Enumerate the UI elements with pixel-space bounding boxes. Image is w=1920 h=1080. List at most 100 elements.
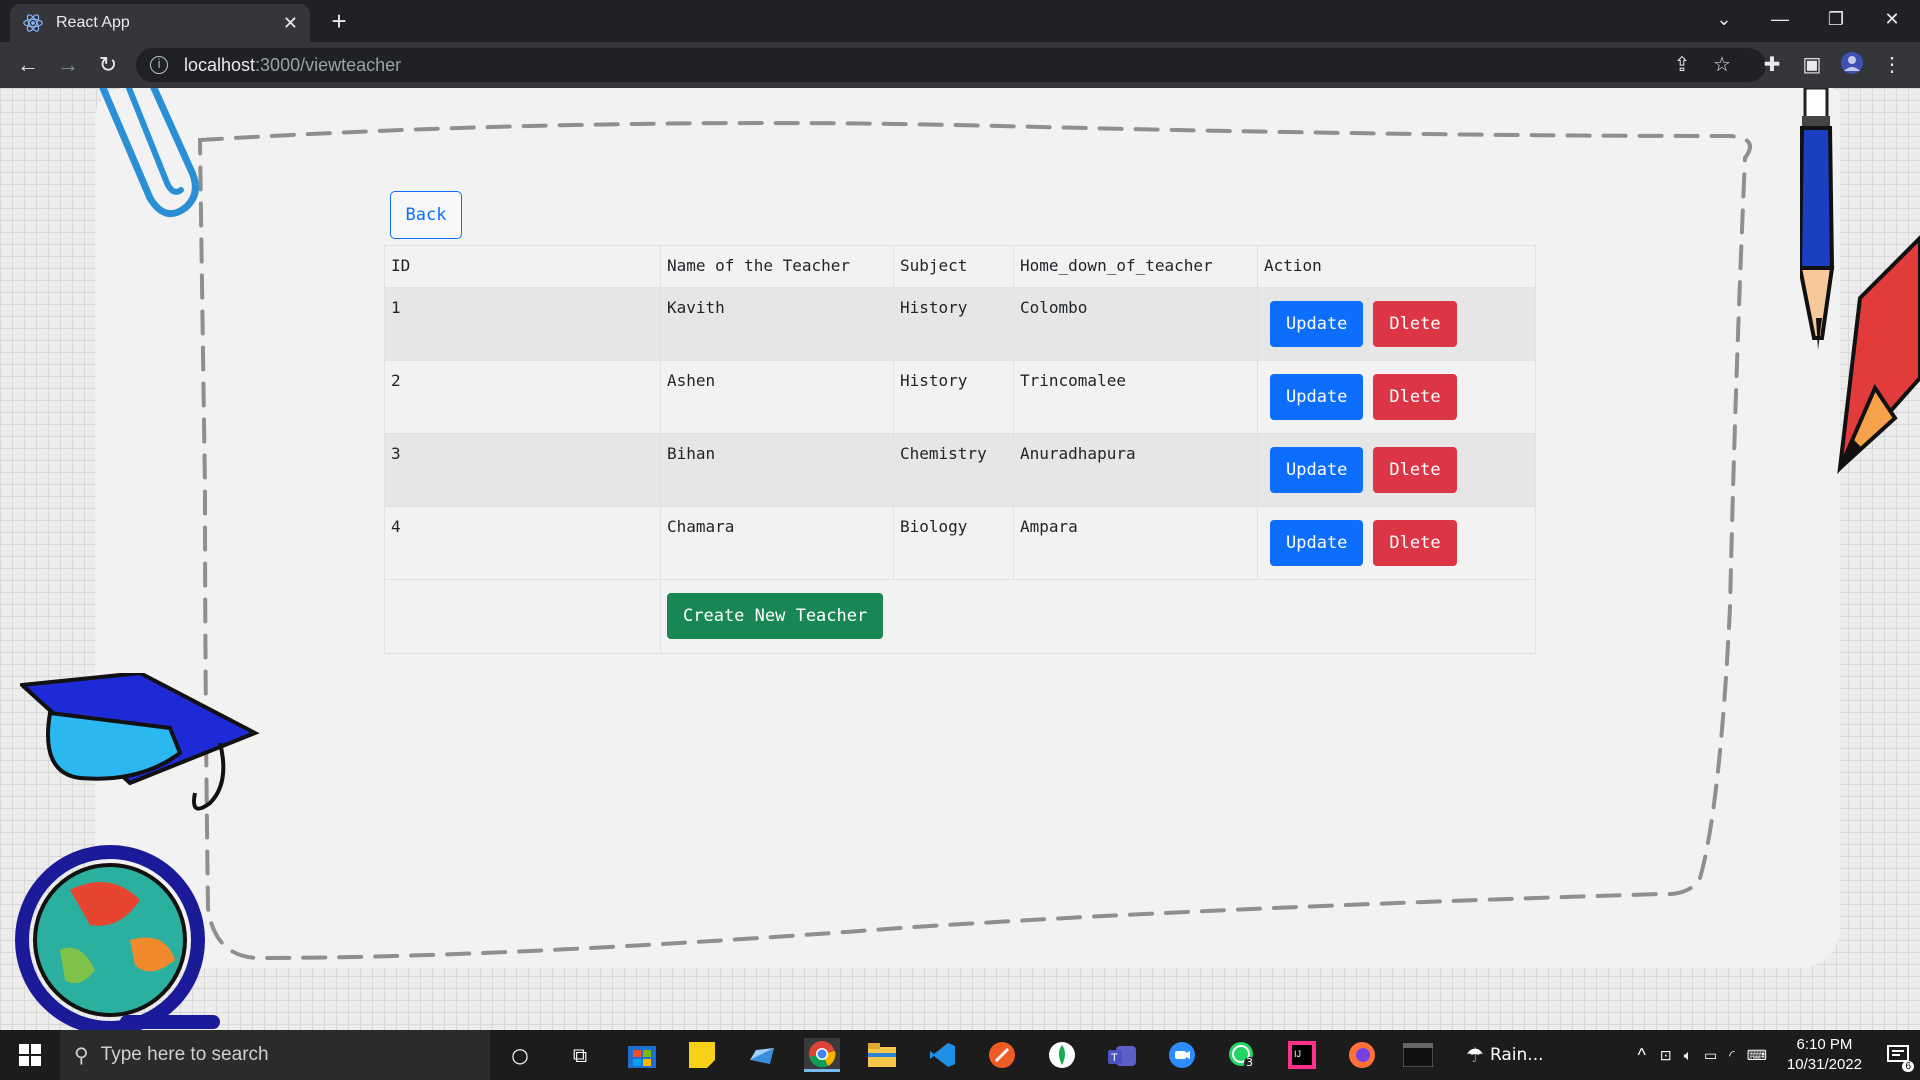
battery-icon[interactable]: ▭: [1704, 1047, 1717, 1064]
taskbar-search-placeholder: Type here to search: [100, 1044, 269, 1065]
microsoft-store-icon[interactable]: [624, 1038, 660, 1072]
browser-tab[interactable]: React App ✕: [10, 4, 310, 42]
cell-action: Update Dlete: [1257, 506, 1536, 580]
header-home: Home_down_of_teacher: [1013, 245, 1258, 288]
terminal-icon[interactable]: [1400, 1038, 1436, 1072]
sticky-notes-icon[interactable]: [684, 1038, 720, 1072]
new-tab-icon[interactable]: +: [324, 6, 354, 36]
search-icon: ⚲: [74, 1043, 89, 1067]
svg-text:T: T: [1111, 1052, 1118, 1064]
clock-time: 6:10 PM: [1796, 1036, 1853, 1053]
teachers-table: ID Name of the Teacher Subject Home_down…: [384, 245, 1536, 654]
update-button[interactable]: Update: [1270, 301, 1364, 347]
delete-button[interactable]: Dlete: [1373, 520, 1457, 566]
teams-icon[interactable]: T: [1104, 1038, 1140, 1072]
file-explorer-icon[interactable]: [864, 1038, 900, 1072]
graduation-cap-icon: [20, 673, 260, 811]
cell-home: Trincomalee: [1013, 360, 1258, 434]
cortana-icon[interactable]: ○: [502, 1038, 538, 1072]
delete-button[interactable]: Dlete: [1373, 447, 1457, 493]
cell-id: 4: [384, 506, 661, 580]
system-tray: ^ ⊡ 🔈︎ ▭ ◜ ⌨ 6:10 PM 10/31/2022 6: [1629, 1030, 1920, 1080]
umbrella-icon: ☂: [1466, 1043, 1484, 1067]
create-row-spacer: [384, 579, 661, 654]
delete-button[interactable]: Dlete: [1373, 301, 1457, 347]
cell-subject: Biology: [893, 506, 1014, 580]
svg-text:IJ: IJ: [1294, 1049, 1301, 1059]
browser-tab-bar: React App ✕ + ⌄ — ❐ ✕: [0, 0, 1920, 42]
clock[interactable]: 6:10 PM 10/31/2022: [1787, 1035, 1862, 1075]
vscode-icon[interactable]: [924, 1038, 960, 1072]
cell-name: Chamara: [660, 506, 894, 580]
side-panel-icon[interactable]: ▣: [1798, 51, 1826, 79]
site-info-icon[interactable]: i: [150, 56, 168, 74]
url-host: localhost: [184, 54, 256, 75]
tab-title: React App: [56, 14, 130, 31]
volume-icon[interactable]: 🔈︎: [1684, 1047, 1692, 1064]
weather-widget[interactable]: ☂ Rain...: [1466, 1038, 1576, 1072]
taskbar-search-box[interactable]: ⚲ Type here to search: [60, 1030, 490, 1080]
react-logo-icon: [23, 14, 43, 32]
notifications-badge: 6: [1902, 1061, 1914, 1072]
cell-id: 1: [384, 287, 661, 361]
paperclip-icon: [99, 88, 199, 218]
header-subject: Subject: [893, 245, 1014, 288]
meet-now-icon[interactable]: ⊡: [1660, 1047, 1672, 1064]
wifi-icon[interactable]: ◜: [1729, 1047, 1734, 1064]
update-button[interactable]: Update: [1270, 520, 1364, 566]
restore-icon[interactable]: ❐: [1808, 9, 1864, 30]
intellij-icon[interactable]: IJ: [1284, 1038, 1320, 1072]
cell-name: Kavith: [660, 287, 894, 361]
table-row: 3 Bihan Chemistry Anuradhapura Update Dle…: [384, 433, 1536, 507]
table-header-row: ID Name of the Teacher Subject Home_down…: [384, 245, 1536, 288]
update-button[interactable]: Update: [1270, 374, 1364, 420]
postman-icon[interactable]: [984, 1038, 1020, 1072]
profile-avatar[interactable]: [1838, 51, 1866, 79]
update-button[interactable]: Update: [1270, 447, 1364, 493]
close-window-icon[interactable]: ✕: [1864, 9, 1920, 30]
whatsapp-icon[interactable]: 3: [1224, 1038, 1260, 1072]
app-icon[interactable]: [744, 1038, 780, 1072]
delete-button[interactable]: Dlete: [1373, 374, 1457, 420]
table-row: 1 Kavith History Colombo Update Dlete: [384, 287, 1536, 361]
share-icon[interactable]: ⇪: [1668, 51, 1696, 79]
notifications-icon[interactable]: 6: [1876, 1030, 1920, 1080]
bookmark-star-icon[interactable]: ☆: [1708, 51, 1736, 79]
page-viewport: Back ID Name of the Teacher Subject Home…: [0, 88, 1920, 1030]
header-action: Action: [1257, 245, 1536, 288]
clock-date: 10/31/2022: [1786, 1056, 1862, 1073]
cell-home: Anuradhapura: [1013, 433, 1258, 507]
cell-id: 3: [384, 433, 661, 507]
minimize-icon[interactable]: —: [1752, 9, 1808, 30]
reload-icon[interactable]: ↻: [94, 51, 122, 79]
chrome-icon[interactable]: [804, 1038, 840, 1072]
extensions-puzzle-icon[interactable]: ✚: [1758, 51, 1786, 79]
windows-start-icon[interactable]: [0, 1030, 60, 1080]
create-cell: Create New Teacher: [660, 579, 1536, 654]
cell-name: Ashen: [660, 360, 894, 434]
close-tab-icon[interactable]: ✕: [283, 13, 298, 34]
whatsapp-badge: 3: [1246, 1056, 1253, 1069]
window-controls: ⌄ — ❐ ✕: [1696, 0, 1920, 38]
zoom-icon[interactable]: [1164, 1038, 1200, 1072]
forward-arrow-icon[interactable]: →: [54, 51, 82, 79]
tray-chevron-icon[interactable]: ^: [1637, 1045, 1645, 1066]
firefox-icon[interactable]: [1344, 1038, 1380, 1072]
header-id: ID: [384, 245, 661, 288]
create-row: Create New Teacher: [384, 579, 1536, 654]
mongodb-compass-icon[interactable]: [1044, 1038, 1080, 1072]
back-arrow-icon[interactable]: ←: [14, 51, 42, 79]
cell-home: Colombo: [1013, 287, 1258, 361]
url-path: :3000/viewteacher: [255, 54, 402, 75]
address-bar[interactable]: i localhost:3000/viewteacher: [136, 48, 1766, 82]
task-view-icon[interactable]: ⧉: [562, 1038, 598, 1072]
keyboard-icon[interactable]: ⌨: [1747, 1047, 1767, 1064]
cell-action: Update Dlete: [1257, 433, 1536, 507]
weather-text: Rain...: [1489, 1045, 1544, 1065]
tab-search-icon[interactable]: ⌄: [1696, 9, 1752, 30]
back-button[interactable]: Back: [390, 191, 462, 239]
create-new-teacher-button[interactable]: Create New Teacher: [667, 593, 884, 639]
table-row: 4 Chamara Biology Ampara Update Dlete: [384, 506, 1536, 580]
cell-home: Ampara: [1013, 506, 1258, 580]
browser-menu-icon[interactable]: ⋮: [1878, 51, 1906, 79]
